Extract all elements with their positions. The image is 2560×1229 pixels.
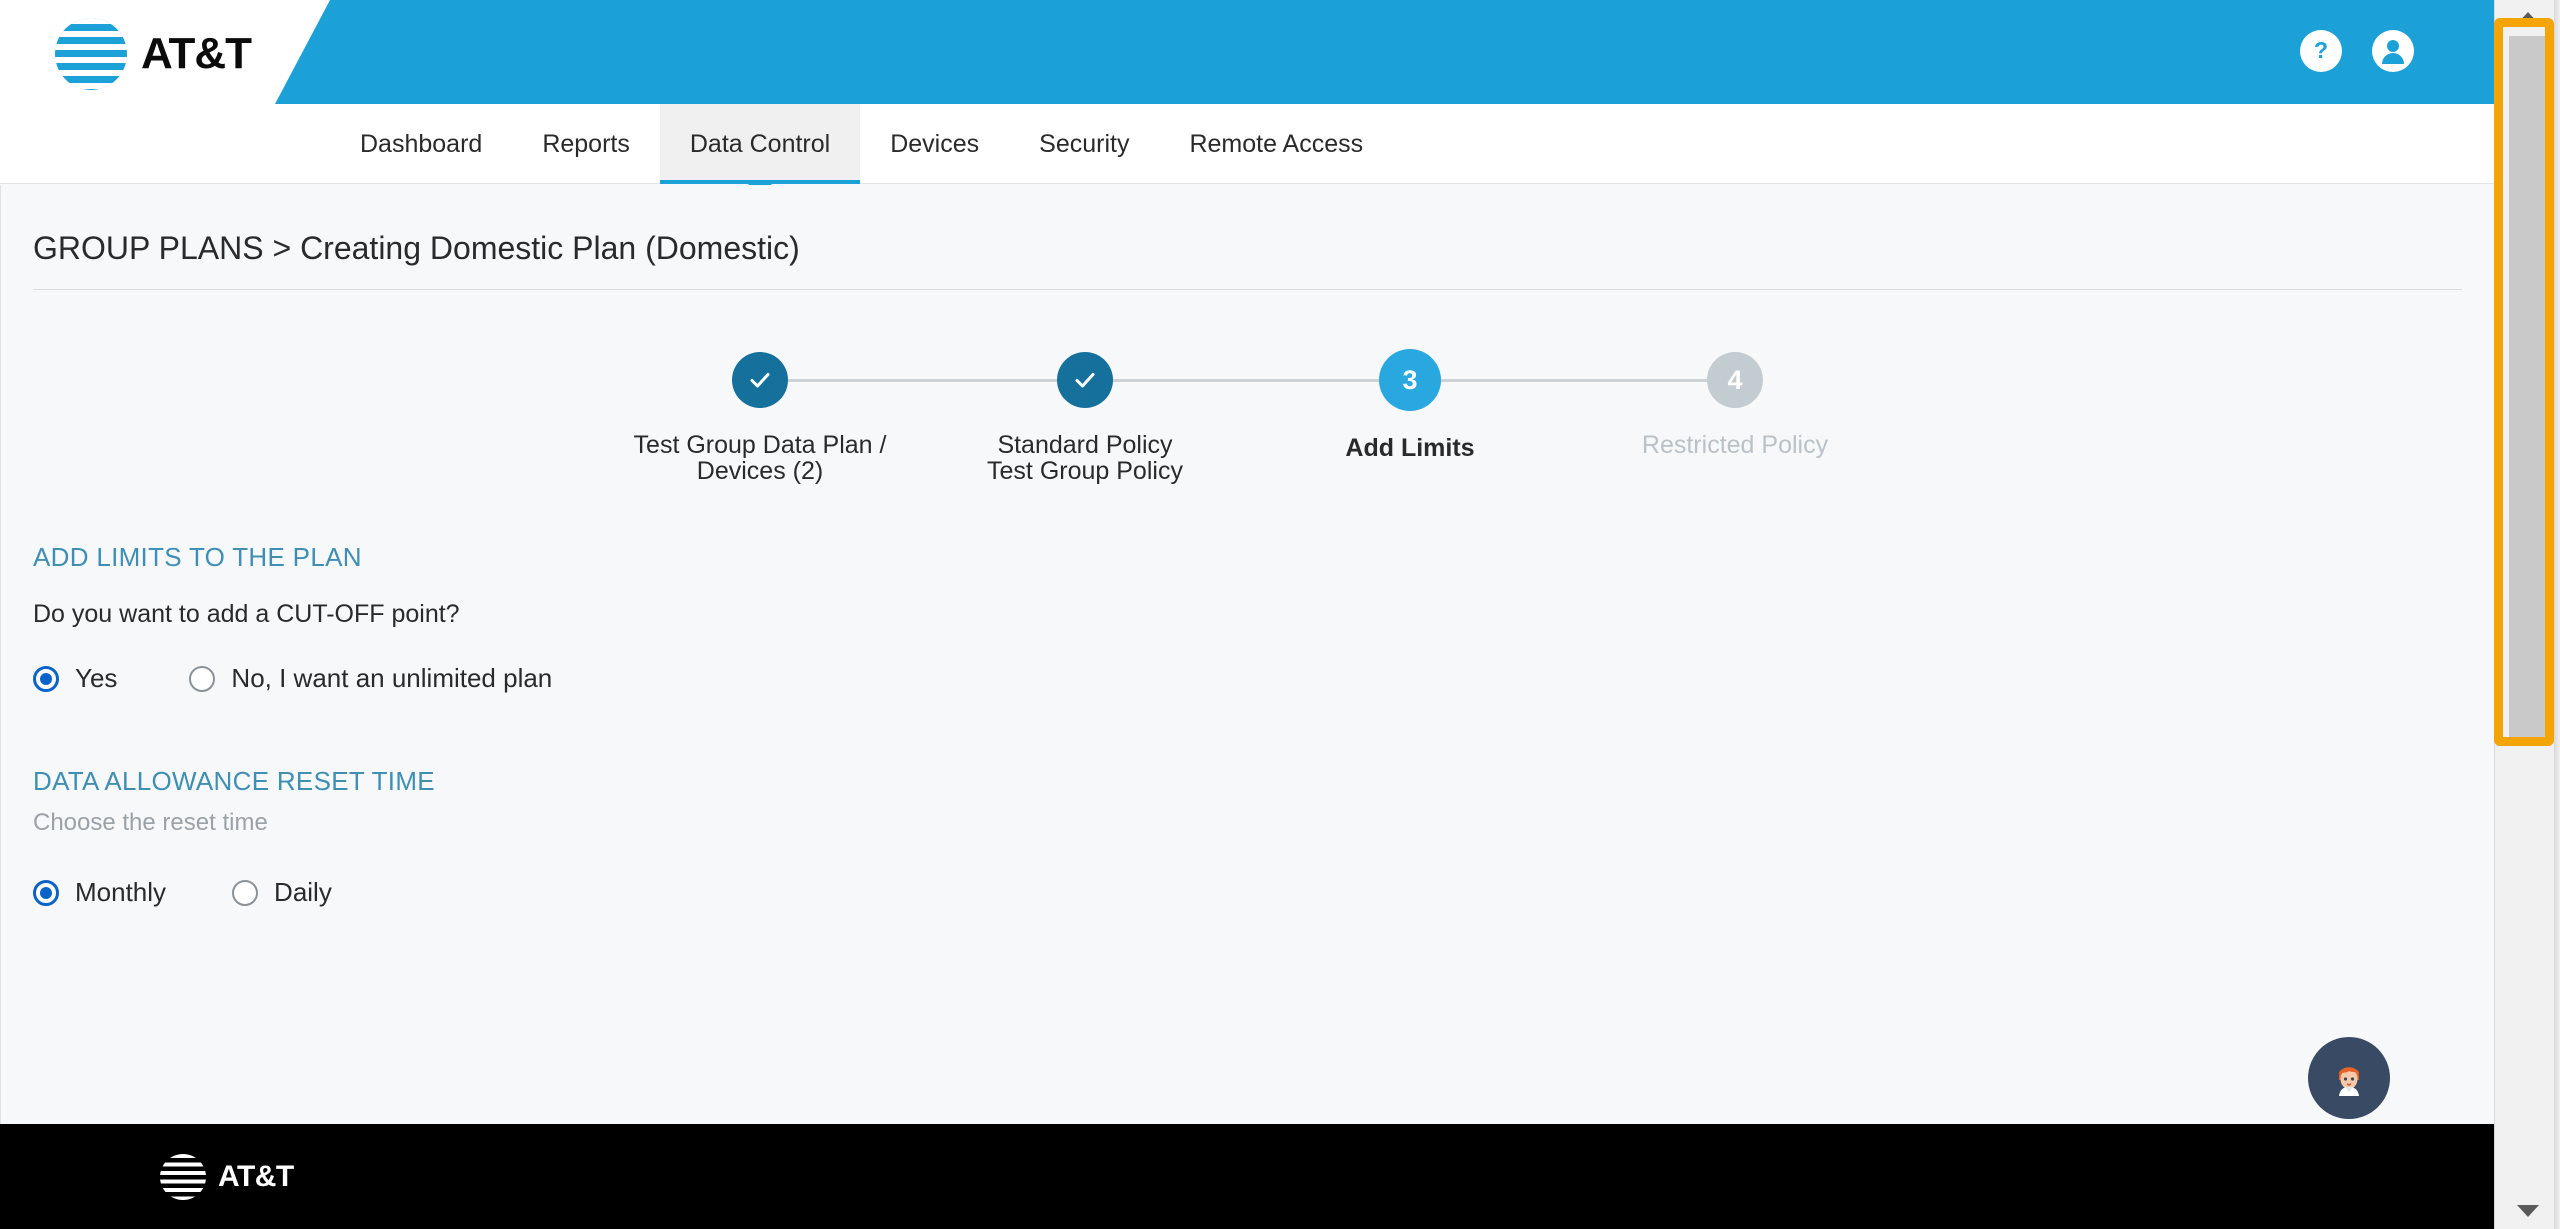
wizard-step-2[interactable]: Standard Policy Test Group Policy (923, 352, 1248, 485)
browser-window: AT&T ? Dashboard Reports Data Control De… (0, 0, 2560, 1229)
radio-mark-selected[interactable] (33, 879, 59, 906)
step-label-line1: Restricted Policy (1641, 431, 1829, 459)
wizard-step-label: Test Group Data Plan / Devices (2) (634, 432, 887, 485)
top-banner: AT&T ? (0, 0, 2494, 104)
nav-item-list: Dashboard Reports Data Control Devices S… (0, 104, 2494, 196)
step-label-line2: Test Group Policy (987, 457, 1183, 486)
nav-item-remote-access[interactable]: Remote Access (1159, 104, 1393, 184)
title-divider (33, 289, 2462, 290)
att-wordmark: AT&T (141, 29, 252, 78)
nav-item-reports[interactable]: Reports (512, 104, 660, 184)
step-label-line1: Standard Policy (997, 431, 1173, 459)
scrollbar-up-button[interactable] (2495, 0, 2560, 36)
top-banner-blue-fill (275, 0, 2494, 104)
svg-text:?: ? (2314, 37, 2328, 63)
step-label-line1: Test Group Data Plan / (633, 431, 887, 459)
wizard-step-label: Standard Policy Test Group Policy (987, 432, 1183, 485)
step-label-line1: Add Limits (1345, 434, 1475, 462)
reset-time-radio-group: Monthly Daily (33, 877, 2494, 908)
reset-time-heading: DATA ALLOWANCE RESET TIME (33, 766, 435, 796)
wizard-step-4[interactable]: 4 Restricted Policy (1573, 352, 1898, 458)
reset-time-section: DATA ALLOWANCE RESET TIME Choose the res… (33, 766, 2494, 908)
radio-label: Yes (75, 663, 118, 693)
step-bubble-todo: 4 (1707, 352, 1763, 408)
step-bubble-done (1057, 352, 1113, 408)
page-viewport: AT&T ? Dashboard Reports Data Control De… (0, 0, 2494, 1229)
radio-label: Monthly (75, 877, 167, 907)
nav-item-label: Devices (890, 129, 980, 158)
radio-mark-unselected[interactable] (189, 665, 216, 692)
footer-att-logo: AT&T (160, 1153, 294, 1200)
cutoff-option-yes[interactable]: Yes (33, 663, 117, 694)
page-footer: AT&T (0, 1124, 2494, 1229)
nav-item-label: Remote Access (1189, 129, 1364, 158)
main-navigation: Dashboard Reports Data Control Devices S… (0, 104, 2494, 196)
footer-wordmark: AT&T (218, 1159, 294, 1193)
nav-item-data-control[interactable]: Data Control (659, 104, 861, 196)
scrollbar-thumb[interactable] (2509, 36, 2547, 746)
step-bubble-done (732, 352, 788, 408)
browser-scrollbar[interactable] (2494, 0, 2560, 1229)
wizard-step-label: Restricted Policy (1641, 431, 1829, 459)
check-icon (750, 373, 770, 388)
nav-item-dashboard[interactable]: Dashboard (330, 104, 512, 184)
chevron-up-icon (2517, 12, 2539, 24)
att-logo[interactable]: AT&T (55, 18, 252, 90)
radio-mark-selected[interactable] (33, 665, 59, 692)
cutoff-radio-group: Yes No, I want an unlimited plan (33, 663, 2494, 694)
radio-label: Daily (274, 877, 332, 907)
wizard-step-1[interactable]: Test Group Data Plan / Devices (2) (598, 352, 923, 485)
radio-label: No, I want an unlimited plan (231, 663, 553, 693)
radio-mark-unselected[interactable] (232, 879, 259, 906)
nav-item-label: Data Control (689, 129, 831, 158)
wizard-stepper: Test Group Data Plan / Devices (2) Stand… (598, 349, 1898, 532)
reset-time-subtitle: Choose the reset time (33, 809, 268, 836)
nav-item-label: Dashboard (360, 129, 483, 158)
reset-option-daily[interactable]: Daily (232, 877, 332, 908)
window-edge-shadow (2554, 0, 2560, 1229)
wizard-step-label: Add Limits (1345, 434, 1475, 462)
assistant-chat-button[interactable] (2308, 1037, 2390, 1119)
top-banner-actions: ? (2300, 30, 2414, 72)
nav-item-label: Reports (542, 129, 630, 158)
nav-item-label: Security (1039, 129, 1130, 158)
reset-option-monthly[interactable]: Monthly (33, 877, 166, 908)
add-limits-heading: ADD LIMITS TO THE PLAN (33, 542, 362, 572)
step-bubble-current: 3 (1379, 349, 1441, 411)
cutoff-option-unlimited[interactable]: No, I want an unlimited plan (189, 663, 552, 694)
nav-item-security[interactable]: Security (1009, 104, 1159, 184)
cutoff-question: Do you want to add a CUT-OFF point? (33, 600, 460, 628)
wizard-step-3[interactable]: 3 Add Limits (1248, 349, 1573, 462)
page-content: GROUP PLANS > Creating Domestic Plan (Do… (0, 185, 2494, 1229)
att-globe-icon (55, 18, 127, 90)
scrollbar-down-button[interactable] (2495, 1193, 2560, 1229)
scrollbar-track[interactable] (2495, 746, 2560, 1193)
user-account-icon[interactable] (2372, 30, 2414, 72)
assistant-avatar-icon (2338, 1067, 2360, 1096)
check-icon (1075, 373, 1095, 388)
step-label-line2: Devices (2) (696, 457, 824, 486)
step-track: Test Group Data Plan / Devices (2) Stand… (598, 349, 1898, 485)
breadcrumb-page-title: GROUP PLANS > Creating Domestic Plan (Do… (33, 230, 800, 266)
help-circle-icon[interactable]: ? (2300, 30, 2342, 72)
add-limits-section: ADD LIMITS TO THE PLAN Do you want to ad… (33, 542, 2494, 694)
nav-item-devices[interactable]: Devices (860, 104, 1009, 184)
att-globe-icon (160, 1153, 206, 1200)
chevron-down-icon (2517, 1205, 2539, 1217)
